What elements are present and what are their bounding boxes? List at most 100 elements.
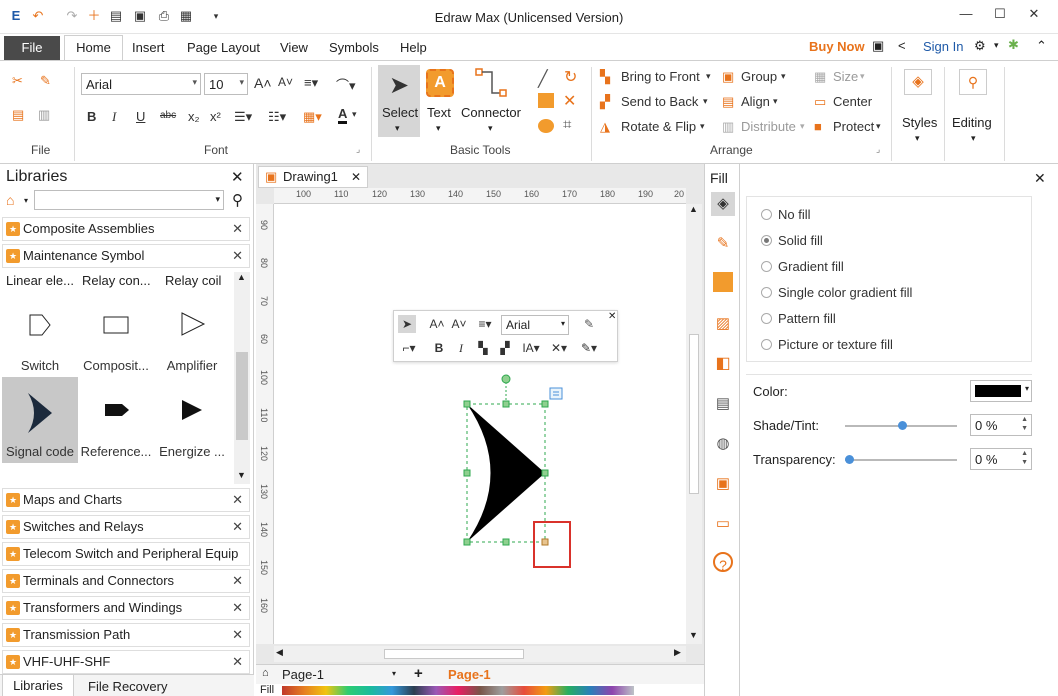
strikethrough-icon[interactable]: abc [160, 110, 176, 121]
crop-icon[interactable]: ⌗ [563, 116, 571, 133]
library-category[interactable]: ★ Transformers and Windings ✕ [2, 596, 250, 620]
tab-home[interactable]: Home [64, 35, 123, 61]
home-icon[interactable]: ⌂ [6, 192, 14, 208]
select-tool[interactable]: ➤ Select ▾ [378, 65, 420, 137]
highlight-icon[interactable]: ▦▾ [303, 109, 322, 125]
help-icon[interactable]: ? [713, 552, 733, 573]
radio-pattern-fill[interactable]: Pattern fill [761, 311, 836, 326]
close-category-icon[interactable]: ✕ [232, 651, 243, 673]
transparency-input[interactable]: 0 % ▲ ▼ [970, 448, 1032, 470]
distribute-button[interactable]: Distribute [741, 119, 796, 134]
file-menu[interactable]: File [4, 36, 60, 60]
resize-handle[interactable] [502, 538, 510, 546]
tab-file-recovery[interactable]: File Recovery [88, 679, 167, 694]
shape-reference[interactable]: Reference... [78, 377, 154, 463]
resize-handle[interactable] [463, 469, 471, 477]
close-category-icon[interactable]: ✕ [232, 516, 243, 538]
library-category[interactable]: ★ Transmission Path ✕ [2, 623, 250, 647]
send-back-icon[interactable]: ▞ [496, 339, 514, 357]
tab-symbols[interactable]: Symbols [329, 40, 379, 55]
note-icon[interactable]: ▣ [711, 472, 735, 496]
scroll-left-icon[interactable]: ◀ [276, 647, 283, 658]
shape-label[interactable]: Linear ele... [6, 273, 74, 288]
tab-help[interactable]: Help [400, 40, 427, 55]
tab-view[interactable]: View [280, 40, 308, 55]
distribute-dropdown-icon[interactable]: ▾ [800, 121, 805, 132]
resize-handle[interactable] [541, 400, 549, 408]
align-text-icon[interactable]: ≡▾ [304, 75, 318, 91]
color-palette[interactable] [282, 686, 634, 695]
add-page-icon[interactable]: + [414, 665, 423, 682]
arrange-dialog-launcher-icon[interactable]: ⌟ [876, 144, 880, 155]
protect-button[interactable]: Protect [833, 119, 874, 134]
close-tab-icon[interactable]: ✕ [351, 167, 361, 187]
page-select[interactable]: Page-1 [282, 667, 324, 682]
group-button[interactable]: Group [741, 69, 777, 84]
scroll-down-icon[interactable]: ▼ [237, 470, 246, 480]
bring-to-front-button[interactable]: Bring to Front [621, 69, 700, 84]
line-icon[interactable]: ╱ [538, 69, 548, 89]
styles-button[interactable]: ◈ Styles ▾ [898, 67, 940, 155]
text-style-icon[interactable]: IA▾ [518, 339, 544, 357]
page-nav-icon[interactable]: ⌂ [262, 667, 269, 679]
fill-icon[interactable]: ◈ [711, 192, 735, 216]
scroll-down-icon[interactable]: ▼ [689, 630, 698, 640]
float-font-select[interactable]: Arial ▾ [501, 315, 569, 335]
superscript-icon[interactable]: x² [210, 109, 221, 124]
close-category-icon[interactable]: ✕ [232, 218, 243, 240]
collapse-ribbon-icon[interactable]: ⌃ [1036, 38, 1047, 54]
text-direction-icon[interactable]: ⌒▾ [336, 75, 356, 94]
shade-tint-input[interactable]: 0 % ▲ ▼ [970, 414, 1032, 436]
shape-switch[interactable]: Switch [2, 291, 78, 377]
radio-picture-fill[interactable]: Picture or texture fill [761, 337, 893, 352]
font-color-dropdown-icon[interactable]: ▾ [352, 109, 357, 120]
italic-icon[interactable]: I [452, 339, 470, 357]
shape-label[interactable]: Relay con... [82, 273, 151, 288]
tab-insert[interactable]: Insert [132, 40, 165, 55]
close-toolbar-icon[interactable]: ✕ [608, 311, 616, 322]
radio-gradient-fill[interactable]: Gradient fill [761, 259, 844, 274]
scroll-thumb[interactable] [689, 334, 699, 494]
font-size-select[interactable]: 10 ▾ [204, 73, 248, 95]
shape-label[interactable]: Relay coil [165, 273, 221, 288]
bring-front-icon[interactable]: ▚ [474, 339, 492, 357]
rotation-handle[interactable] [501, 374, 511, 384]
font-family-select[interactable]: Arial ▾ [81, 73, 201, 95]
library-home-dropdown-icon[interactable]: ▾ [24, 196, 28, 205]
library-category[interactable]: ★ VHF-UHF-SHF ✕ [2, 650, 250, 674]
library-category[interactable]: ★ Telecom Switch and Peripheral Equip [2, 542, 250, 566]
connector-style-icon[interactable]: ⌐▾ [400, 339, 418, 357]
align-text-icon[interactable]: ≡▾ [476, 315, 494, 333]
library-category[interactable]: ★ Terminals and Connectors ✕ [2, 569, 250, 593]
increase-font-icon[interactable]: A˄ [428, 315, 446, 333]
document-tab[interactable]: ▣ Drawing1 ✕ [258, 166, 368, 188]
paste-icon[interactable]: ▤ [12, 107, 24, 123]
send-back-dropdown-icon[interactable]: ▾ [703, 96, 708, 107]
canvas-vertical-scrollbar[interactable]: ▲ ▼ [686, 204, 702, 644]
page-select-dropdown-icon[interactable]: ▾ [392, 669, 396, 678]
tools-icon[interactable]: ✕▾ [548, 339, 570, 357]
resize-handle[interactable] [541, 538, 549, 546]
close-category-icon[interactable]: ✕ [232, 624, 243, 646]
cross-icon[interactable]: ✕ [563, 91, 576, 111]
search-icon[interactable]: ⚲ [232, 191, 243, 209]
radio-no-fill[interactable]: No fill [761, 207, 811, 222]
subscript-icon[interactable]: x₂ [188, 109, 200, 124]
editing-button[interactable]: ⚲ Editing ▾ [950, 67, 998, 155]
slider-knob[interactable] [898, 421, 907, 430]
protect-dropdown-icon[interactable]: ▾ [876, 121, 881, 132]
shape-signal-code[interactable]: Signal code [2, 377, 78, 463]
close-libraries-icon[interactable]: ✕ [231, 168, 244, 186]
image-icon[interactable]: ▨ [711, 312, 735, 336]
page-tab[interactable]: Page-1 [448, 667, 491, 682]
note-icon[interactable] [549, 387, 563, 400]
shape-energize[interactable]: Energize ... [154, 377, 230, 463]
close-category-icon[interactable]: ✕ [232, 597, 243, 619]
canvas-horizontal-scrollbar[interactable]: ◀ ▶ [274, 646, 686, 662]
scroll-up-icon[interactable]: ▲ [237, 272, 246, 282]
center-button[interactable]: Center [833, 94, 872, 109]
arc-icon[interactable]: ↻ [564, 67, 577, 87]
align-dropdown-icon[interactable]: ▾ [773, 96, 778, 107]
close-fill-panel-icon[interactable]: ✕ [1034, 170, 1046, 187]
edit-icon[interactable]: ✎▾ [578, 339, 600, 357]
